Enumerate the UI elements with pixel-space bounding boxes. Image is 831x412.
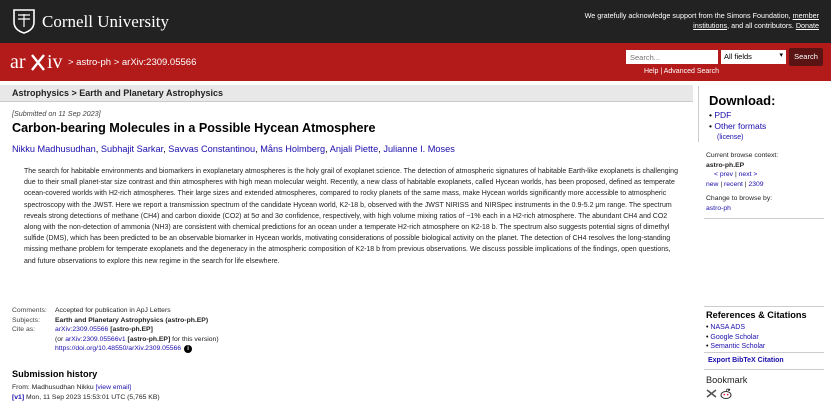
chevron-down-icon: ▾ <box>779 52 783 59</box>
year-link[interactable]: 2309 <box>748 181 763 188</box>
search-button[interactable]: Search <box>789 48 823 66</box>
version-v1-text: Mon, 11 Sep 2023 15:53:01 UTC (5,765 KB) <box>24 394 160 401</box>
cite-version-prefix: (or <box>55 335 66 343</box>
references-list: NASA ADS Google Scholar Semantic Scholar <box>706 323 765 352</box>
google-scholar-link[interactable]: Google Scholar <box>710 334 758 341</box>
subject-header-text: Astrophysics > Earth and Planetary Astro… <box>12 88 223 98</box>
version-v1-link[interactable]: [v1] <box>12 394 24 401</box>
author-list: Nikku Madhusudhan, Subhajit Sarkar, Savv… <box>12 144 455 154</box>
search-field-value: All fields <box>724 52 752 61</box>
search-field-select[interactable]: All fields ▾ <box>721 50 786 64</box>
submission-history-title: Submission history <box>12 369 98 379</box>
info-icon[interactable]: i <box>184 344 193 353</box>
doi-link[interactable]: https://doi.org/10.48550/arXiv.2309.0556… <box>55 345 181 352</box>
search-input[interactable] <box>626 50 718 64</box>
paper-title: Carbon-bearing Molecules in a Possible H… <box>12 121 376 135</box>
author-link[interactable]: Savvas Constantinou <box>168 144 255 154</box>
subjects-row: Subjects: Earth and Planetary Astrophysi… <box>12 316 412 326</box>
metadata-table: Comments: Accepted for publication in Ap… <box>12 306 412 354</box>
breadcrumb-paper-id[interactable]: > arXiv:2309.05566 <box>114 57 197 68</box>
cite-version-suffix: for this version) <box>170 335 219 343</box>
next-link[interactable]: next > <box>739 171 758 178</box>
other-formats-link[interactable]: Other formats <box>714 121 766 131</box>
doi-row: https://doi.org/10.48550/arXiv.2309.0556… <box>12 344 412 354</box>
svg-text:iv: iv <box>47 51 63 73</box>
recent-link[interactable]: recent <box>724 181 743 188</box>
divider <box>704 352 824 353</box>
cornell-seal-icon[interactable] <box>12 8 36 34</box>
semantic-scholar-link[interactable]: Semantic Scholar <box>710 343 765 350</box>
cornell-logo-text[interactable]: Cornell University <box>42 12 169 32</box>
new-link[interactable]: new <box>706 181 718 188</box>
subject-header: Astrophysics > Earth and Planetary Astro… <box>0 85 693 102</box>
author-link[interactable]: Subhajit Sarkar <box>101 144 163 154</box>
nasa-ads-link[interactable]: NASA ADS <box>710 324 745 331</box>
download-title: Download: <box>709 93 776 108</box>
divider <box>704 218 824 219</box>
donate-link[interactable]: Donate <box>796 21 819 30</box>
browse-context: Current browse context: astro-ph.EP < pr… <box>706 151 778 213</box>
cite-version-link[interactable]: arXiv:2309.05566v1 <box>65 336 125 343</box>
author-link[interactable]: Måns Holmberg <box>260 144 325 154</box>
history-from-text: From: Madhusudhan Nikku <box>12 384 96 391</box>
license-link[interactable]: (license) <box>717 132 766 143</box>
view-email-link[interactable]: [view email] <box>96 384 132 391</box>
arxiv-logo[interactable]: ar iv <box>10 51 66 73</box>
browse-context-value: astro-ph.EP <box>706 161 745 169</box>
submitted-date: [Submitted on 11 Sep 2023] <box>12 109 101 118</box>
subjects-label: Subjects: <box>12 316 40 324</box>
pdf-link[interactable]: PDF <box>714 110 731 120</box>
breadcrumb-astro-ph[interactable]: > astro-ph <box>68 57 111 68</box>
bibsonomy-icon[interactable] <box>706 388 717 399</box>
change-browse-label: Change to browse by: <box>706 195 773 202</box>
subjects-value: Earth and Planetary Astrophysics (astro-… <box>55 316 209 324</box>
cite-id-link[interactable]: arXiv:2309.05566 <box>55 326 108 333</box>
download-list: PDF Other formats (license) <box>709 110 766 143</box>
help-link[interactable]: Help <box>644 68 658 75</box>
divider <box>704 369 824 370</box>
divider <box>704 306 824 307</box>
prev-link[interactable]: < prev <box>714 171 733 178</box>
bookmark-title: Bookmark <box>706 375 748 385</box>
top-banner: Cornell University We gratefully acknowl… <box>0 0 831 43</box>
comments-value: Accepted for publication in ApJ Letters <box>55 307 171 314</box>
ack-text-mid: , and all contributors. <box>727 21 796 30</box>
comments-label: Comments: <box>12 307 47 314</box>
cite-row: Cite as: arXiv:2309.05566 [astro-ph.EP] <box>12 325 412 335</box>
download-box: Download: PDF Other formats (license) <box>698 86 826 142</box>
change-browse-link[interactable]: astro-ph <box>706 204 778 214</box>
cite-version-row: (or arXiv:2309.05566v1 [astro-ph.EP] for… <box>12 335 412 345</box>
cite-label: Cite as: <box>12 326 36 334</box>
browse-context-label: Current browse context: <box>706 152 779 159</box>
breadcrumb: > astro-ph > arXiv:2309.05566 <box>68 57 196 68</box>
history-from: From: Madhusudhan Nikku [view email] <box>12 383 160 393</box>
svg-text:ar: ar <box>10 51 26 73</box>
history-version: [v1] Mon, 11 Sep 2023 15:53:01 UTC (5,76… <box>12 393 160 403</box>
right-sidebar: Download: PDF Other formats (license) Cu… <box>698 86 826 406</box>
advanced-search-link[interactable]: Advanced Search <box>664 68 719 75</box>
export-bibtex-link[interactable]: Export BibTeX Citation <box>708 357 784 364</box>
ack-text: We gratefully acknowledge support from t… <box>584 11 793 20</box>
cite-category: [astro-ph.EP] <box>110 326 153 334</box>
author-link[interactable]: Nikku Madhusudhan <box>12 144 96 154</box>
submission-history: From: Madhusudhan Nikku [view email] [v1… <box>12 383 160 403</box>
bookmark-icons <box>706 388 732 401</box>
comments-row: Comments: Accepted for publication in Ap… <box>12 306 412 316</box>
references-title: References & Citations <box>706 310 807 320</box>
abstract: The search for habitable environments an… <box>24 168 678 265</box>
help-links: Help | Advanced Search <box>644 68 719 75</box>
acknowledgement: We gratefully acknowledge support from t… <box>559 11 819 31</box>
cite-version-category: [astro-ph.EP] <box>125 335 171 343</box>
author-link[interactable]: Anjali Piette <box>330 144 379 154</box>
reddit-icon[interactable] <box>720 388 732 399</box>
author-link[interactable]: Julianne I. Moses <box>383 144 455 154</box>
